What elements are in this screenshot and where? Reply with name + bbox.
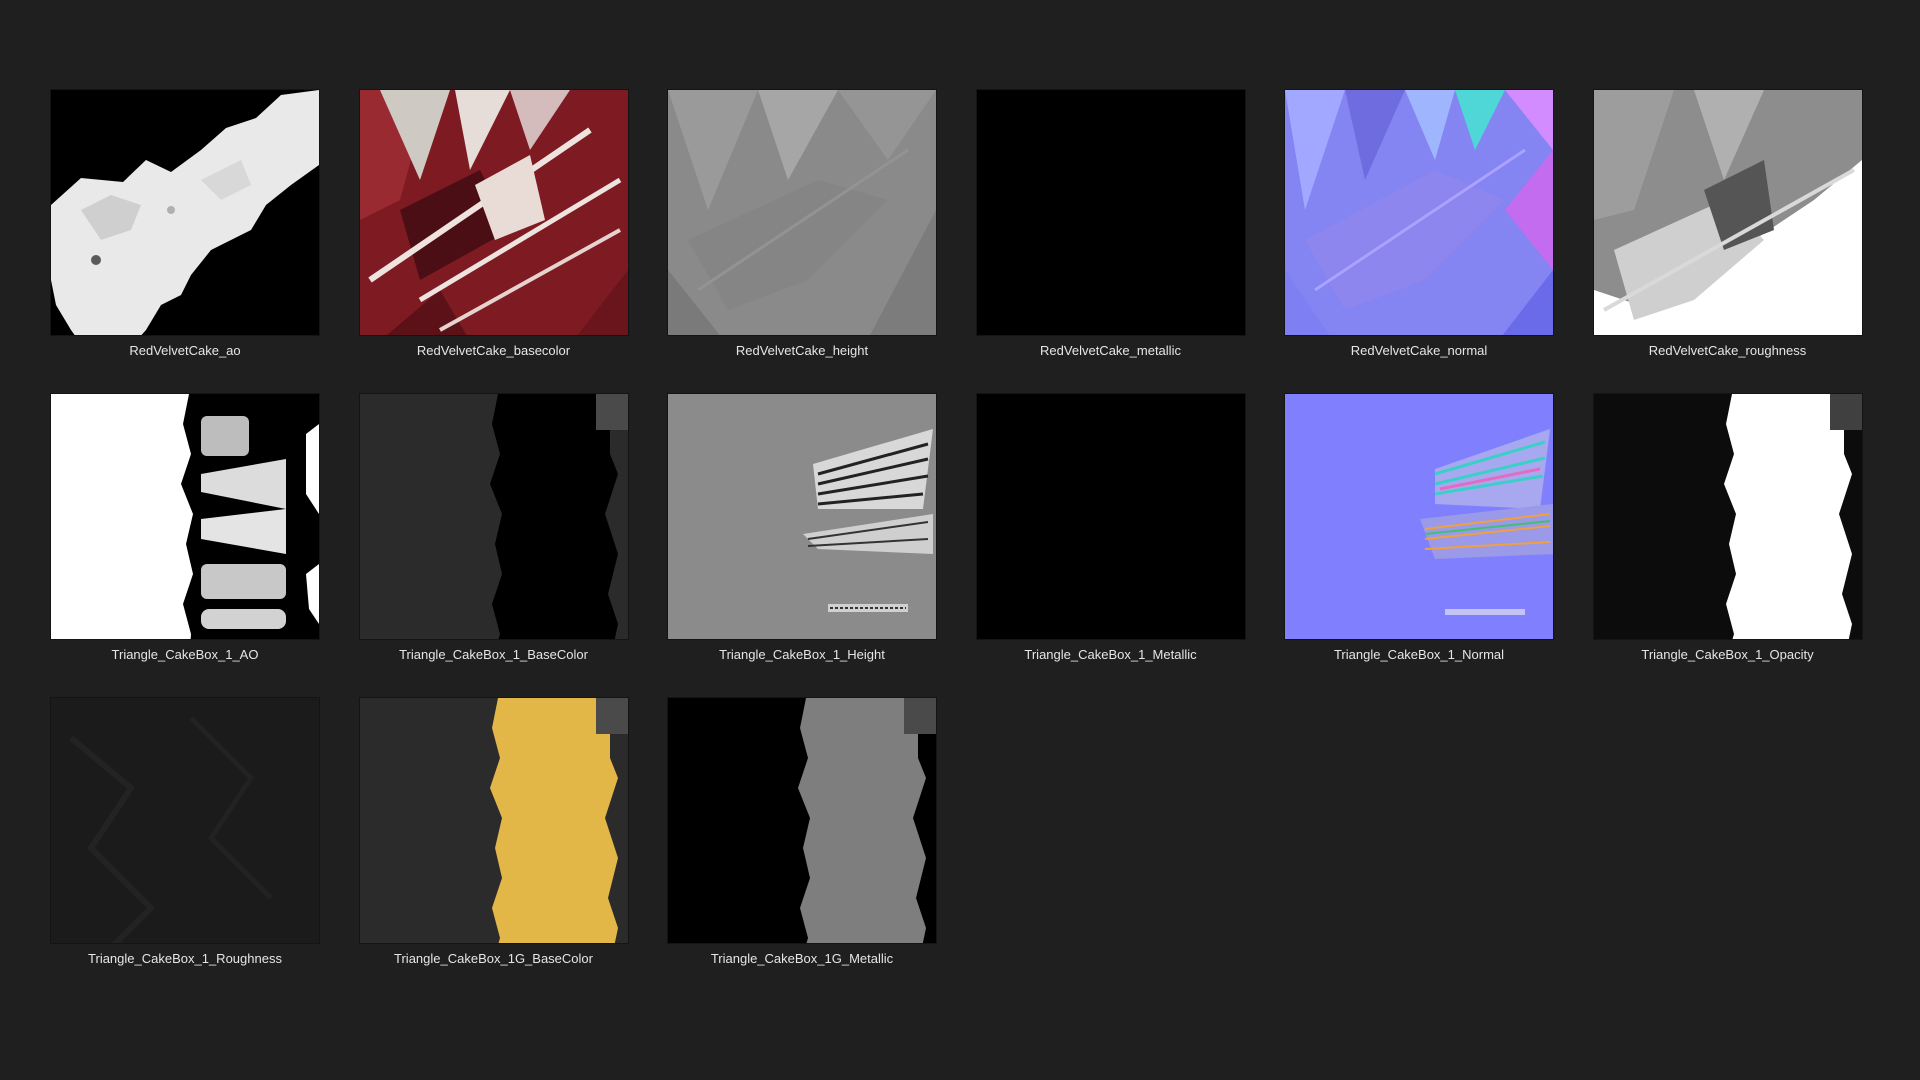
metallic-map-thumbnail: [668, 698, 936, 943]
file-name: RedVelvetCake_roughness: [1648, 343, 1807, 358]
file-name: RedVelvetCake_ao: [129, 343, 241, 358]
file-tile[interactable]: Triangle_CakeBox_1_Normal: [1285, 394, 1553, 662]
file-tile[interactable]: Triangle_CakeBox_1_Opacity: [1593, 394, 1862, 662]
file-name: RedVelvetCake_metallic: [1040, 343, 1181, 358]
file-name: Triangle_CakeBox_1_Metallic: [1024, 647, 1197, 662]
file-tile[interactable]: RedVelvetCake_metallic: [976, 90, 1245, 358]
roughness-map-thumbnail: [1593, 90, 1862, 335]
ao-map-thumbnail: [51, 90, 319, 335]
file-name: Triangle_CakeBox_1_AO: [111, 647, 259, 662]
file-grid: RedVelvetCake_ao RedVelvetCake_basecolor: [51, 90, 1862, 966]
file-name: Triangle_CakeBox_1_Normal: [1333, 647, 1505, 662]
file-tile[interactable]: Triangle_CakeBox_1_AO: [51, 394, 319, 662]
opacity-map-thumbnail: [1593, 394, 1862, 639]
basecolor-map-thumbnail: [359, 394, 628, 639]
file-tile[interactable]: Triangle_CakeBox_1G_BaseColor: [359, 698, 628, 966]
file-name: Triangle_CakeBox_1_Roughness: [88, 951, 282, 966]
ao-map-thumbnail: [51, 394, 319, 639]
file-name: Triangle_CakeBox_1_Height: [719, 647, 885, 662]
file-tile[interactable]: Triangle_CakeBox_1_Roughness: [51, 698, 319, 966]
height-map-thumbnail: [668, 90, 936, 335]
file-tile[interactable]: RedVelvetCake_height: [668, 90, 936, 358]
metallic-map-thumbnail: [976, 394, 1245, 639]
file-name: Triangle_CakeBox_1G_BaseColor: [394, 951, 593, 966]
file-name: Triangle_CakeBox_1_BaseColor: [399, 647, 588, 662]
file-tile[interactable]: RedVelvetCake_normal: [1285, 90, 1553, 358]
file-tile[interactable]: Triangle_CakeBox_1_BaseColor: [359, 394, 628, 662]
file-name: RedVelvetCake_height: [735, 343, 869, 358]
file-name: RedVelvetCake_basecolor: [416, 343, 571, 358]
height-map-thumbnail: [668, 394, 936, 639]
roughness-map-thumbnail: [51, 698, 319, 943]
file-tile[interactable]: RedVelvetCake_roughness: [1593, 90, 1862, 358]
file-name: Triangle_CakeBox_1G_Metallic: [710, 951, 894, 966]
basecolor-map-thumbnail: [359, 90, 628, 335]
file-tile[interactable]: Triangle_CakeBox_1G_Metallic: [668, 698, 936, 966]
file-tile[interactable]: Triangle_CakeBox_1_Metallic: [976, 394, 1245, 662]
file-name: RedVelvetCake_normal: [1350, 343, 1488, 358]
file-tile[interactable]: Triangle_CakeBox_1_Height: [668, 394, 936, 662]
normal-map-thumbnail: [1285, 394, 1553, 639]
basecolor-map-thumbnail: [359, 698, 628, 943]
normal-map-thumbnail: [1285, 90, 1553, 335]
file-tile[interactable]: RedVelvetCake_ao: [51, 90, 319, 358]
file-tile[interactable]: RedVelvetCake_basecolor: [359, 90, 628, 358]
metallic-map-thumbnail: [976, 90, 1245, 335]
file-name: Triangle_CakeBox_1_Opacity: [1641, 647, 1814, 662]
